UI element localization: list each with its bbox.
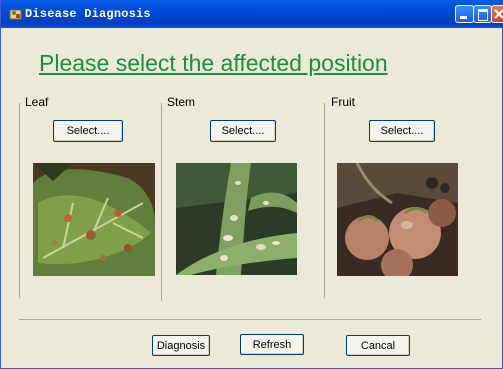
minimize-button[interactable] [455, 5, 474, 23]
title-bar[interactable]: Disease Diagnosis [1, 0, 503, 28]
select-stem-button[interactable]: Select.... [210, 120, 276, 142]
close-icon [494, 9, 503, 19]
close-button[interactable] [491, 5, 503, 23]
column-divider [19, 103, 20, 298]
column-divider [161, 103, 162, 301]
footer-separator [19, 319, 481, 320]
refresh-button[interactable]: Refresh [240, 334, 304, 355]
stem-label: Stem [167, 95, 196, 109]
app-icon [9, 7, 23, 21]
diagnosis-button[interactable]: Diagnosis [152, 335, 210, 356]
window-title: Disease Diagnosis [25, 7, 151, 21]
page-heading: Please select the affected position [39, 50, 388, 76]
leaf-label: Leaf [25, 95, 49, 109]
cancel-button[interactable]: Cancal [346, 335, 410, 356]
maximize-button[interactable] [473, 5, 492, 23]
disease-diagnosis-window: Disease Diagnosis Please select the affe… [0, 0, 503, 369]
fruit-label: Fruit [331, 95, 355, 109]
select-leaf-button[interactable]: Select.... [53, 120, 123, 142]
leaf-disease-image [33, 163, 155, 276]
stem-disease-image [176, 163, 297, 275]
select-fruit-button[interactable]: Select.... [369, 120, 435, 142]
fruit-disease-image [337, 163, 458, 276]
column-divider [324, 103, 325, 298]
